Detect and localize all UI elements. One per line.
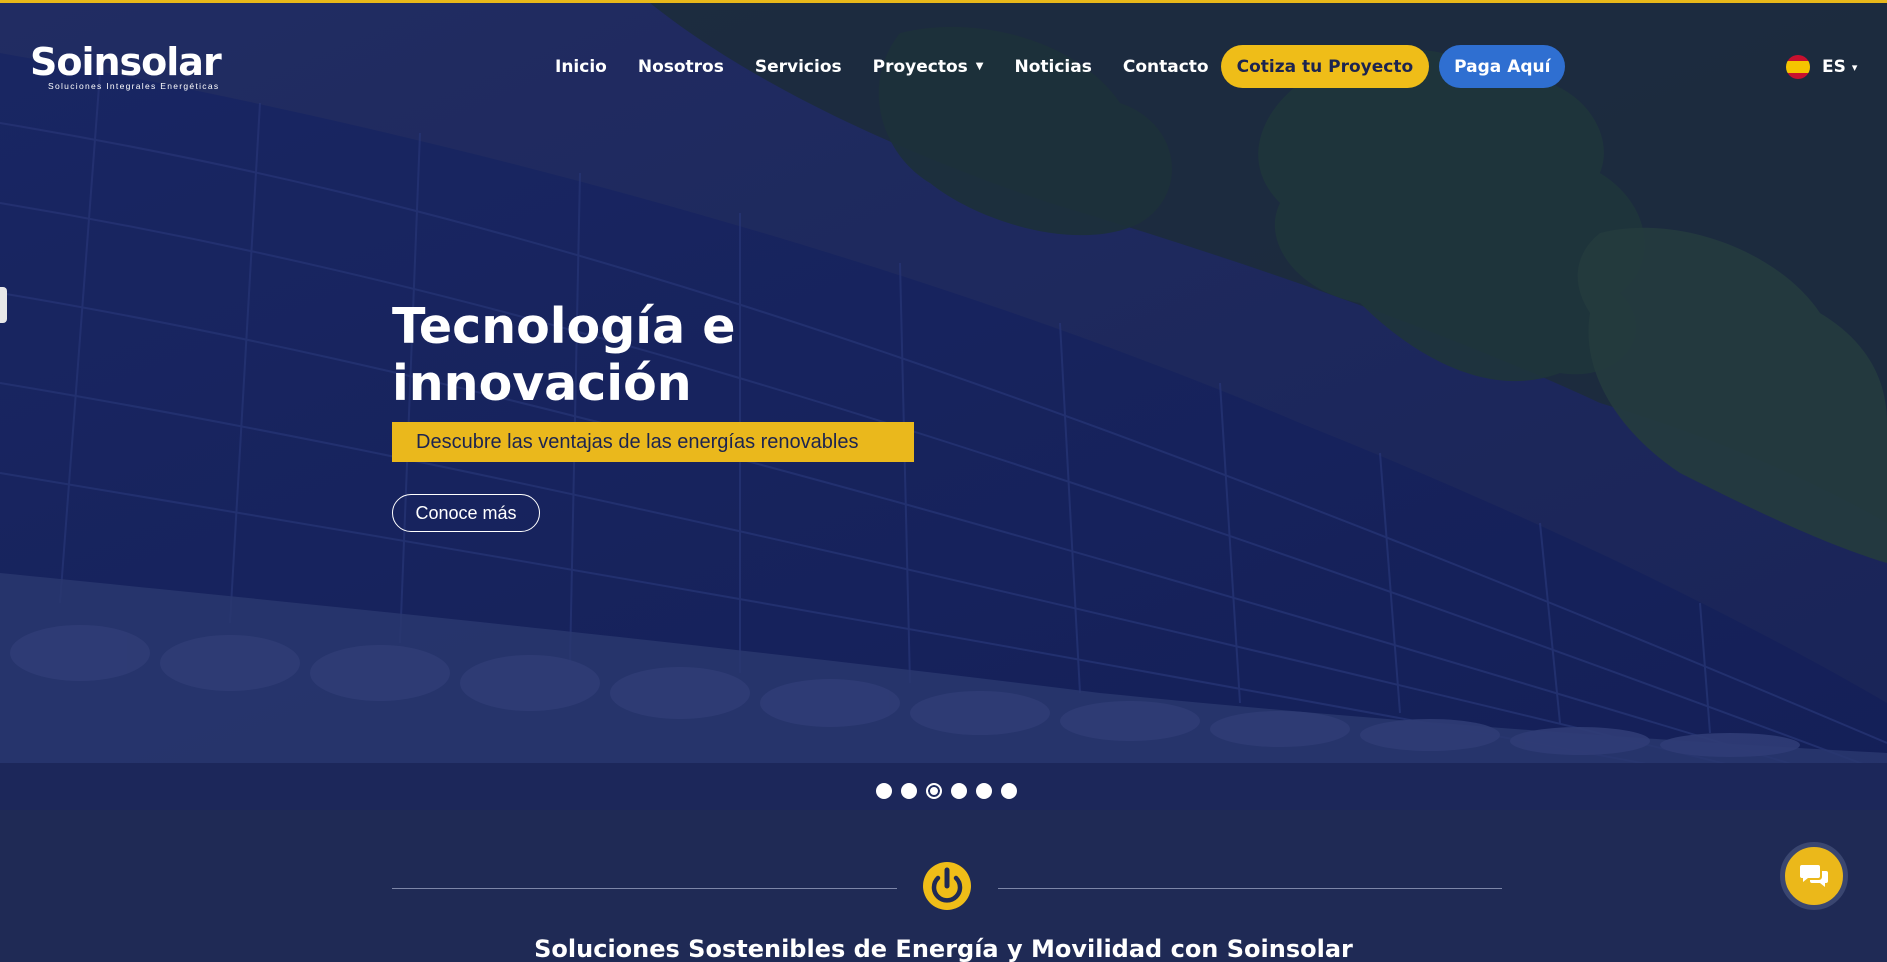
nav-item-servicios[interactable]: Servicios bbox=[755, 46, 842, 88]
pay-here-button[interactable]: Paga Aquí bbox=[1439, 45, 1566, 88]
brand-name: Soinsolar bbox=[30, 40, 222, 84]
slider-dot-1[interactable] bbox=[876, 783, 892, 799]
divider-right bbox=[998, 888, 1502, 889]
top-accent-line bbox=[0, 0, 1887, 3]
nav-item-label: Servicios bbox=[754, 56, 842, 77]
nav-item-noticias[interactable]: Noticias bbox=[1014, 46, 1091, 88]
slider-dot-3-active[interactable] bbox=[926, 783, 942, 799]
slider-dot-5[interactable] bbox=[976, 783, 992, 799]
language-code: ES bbox=[1822, 57, 1846, 77]
brand-logo[interactable]: Soinsolar Soluciones Integrales Energéti… bbox=[30, 40, 222, 91]
hero-slider bbox=[0, 3, 1887, 810]
nav-item-label: Nosotros bbox=[637, 56, 724, 77]
slider-pagination bbox=[876, 783, 1026, 799]
divider-left bbox=[392, 888, 897, 889]
slider-dot-4[interactable] bbox=[951, 783, 967, 799]
nav-item-label: Proyectos bbox=[872, 56, 968, 77]
caret-down-icon: ▼ bbox=[975, 61, 984, 72]
main-navigation: Inicio Nosotros Servicios Proyectos ▼ Not… bbox=[555, 45, 1566, 88]
chevron-down-icon: ▾ bbox=[1851, 60, 1858, 74]
power-icon bbox=[923, 862, 971, 910]
nav-item-label: Inicio bbox=[555, 56, 607, 77]
quote-project-button[interactable]: Cotiza tu Proyecto bbox=[1220, 45, 1430, 88]
side-widget-tab[interactable] bbox=[0, 287, 7, 323]
nav-item-label: Noticias bbox=[1014, 56, 1092, 77]
spain-flag-icon bbox=[1786, 55, 1810, 79]
hero-headline: Tecnología e innovación bbox=[392, 298, 736, 412]
nav-item-contacto[interactable]: Contacto bbox=[1123, 46, 1209, 88]
nav-item-label: Contacto bbox=[1122, 56, 1209, 77]
slider-dot-2[interactable] bbox=[901, 783, 917, 799]
nav-item-nosotros[interactable]: Nosotros bbox=[638, 46, 724, 88]
brand-tagline: Soluciones Integrales Energéticas bbox=[48, 81, 220, 91]
language-selector[interactable]: ES ▾ bbox=[1786, 55, 1857, 79]
slider-dot-6[interactable] bbox=[1001, 783, 1017, 799]
chat-button[interactable] bbox=[1780, 842, 1848, 910]
section-title: Soluciones Sostenibles de Energía y Movi… bbox=[534, 935, 1353, 962]
hero-dark-overlay bbox=[0, 3, 1887, 810]
nav-item-inicio[interactable]: Inicio bbox=[555, 46, 607, 88]
chat-bubbles-icon bbox=[1800, 865, 1828, 887]
hero-subline: Descubre las ventajas de las energías re… bbox=[392, 422, 914, 462]
learn-more-button[interactable]: Conoce más bbox=[392, 494, 540, 532]
nav-item-proyectos[interactable]: Proyectos ▼ bbox=[873, 46, 984, 88]
